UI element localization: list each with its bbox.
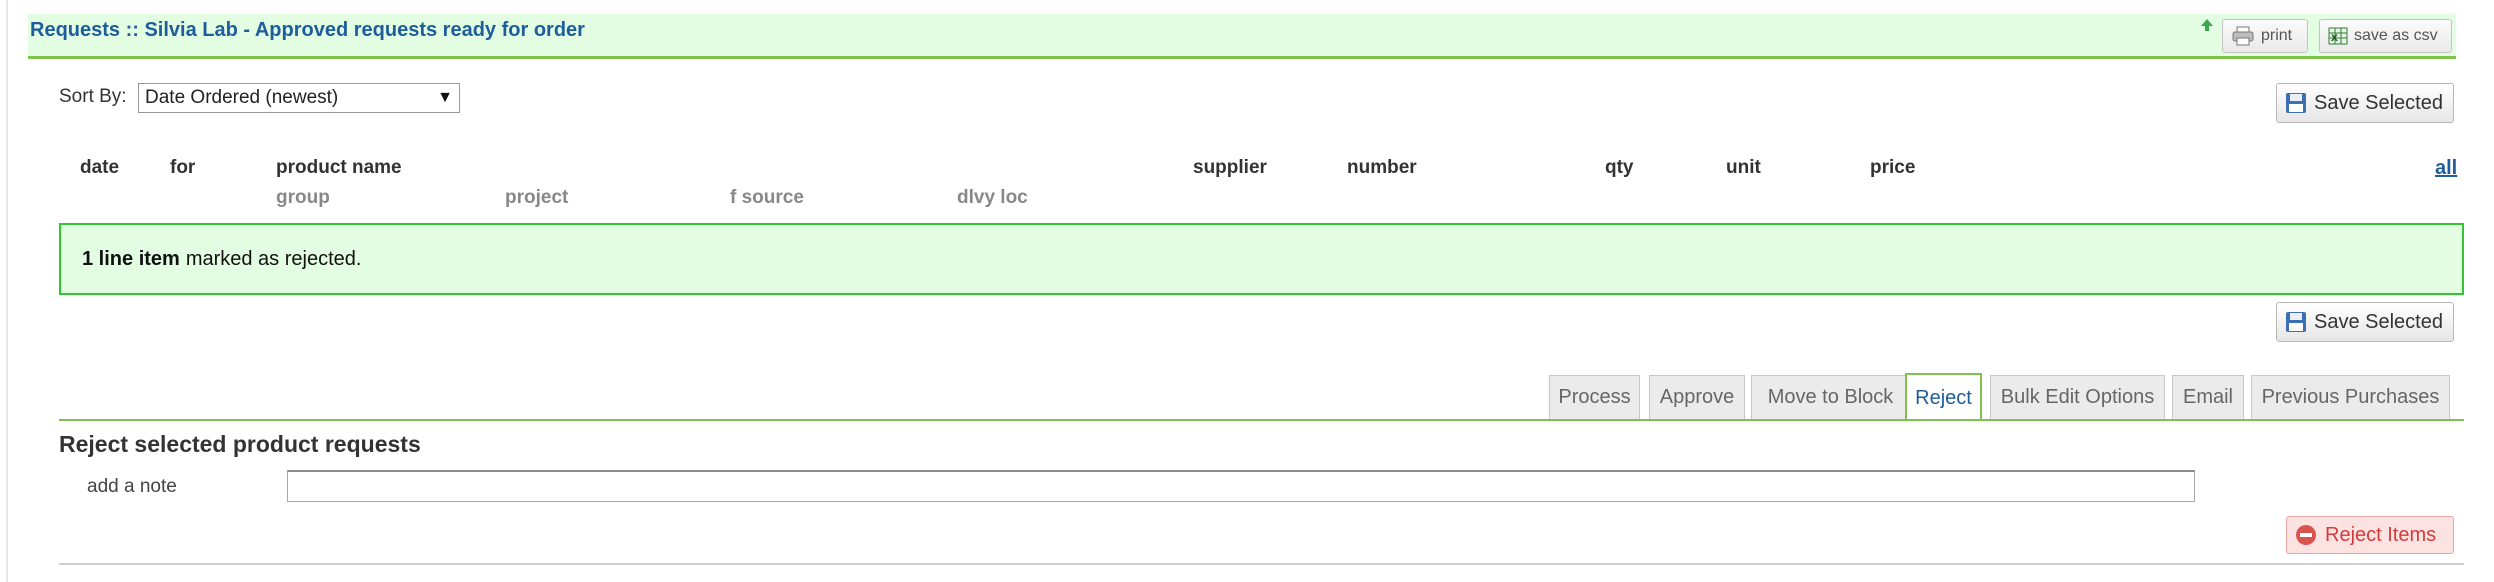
tab-reject[interactable]: Reject — [1905, 373, 1982, 421]
column-header-project[interactable]: project — [505, 187, 568, 209]
note-input[interactable] — [287, 470, 2195, 502]
rejection-notice: 1 line item marked as rejected. — [59, 223, 2464, 295]
no-entry-icon — [2296, 525, 2316, 545]
svg-text:X: X — [2331, 34, 2338, 44]
column-header-group[interactable]: group — [276, 187, 330, 209]
column-header-number[interactable]: number — [1347, 157, 1417, 179]
tab-move-to-block[interactable]: Move to Block — [1751, 375, 1910, 419]
reject-items-label: Reject Items — [2325, 523, 2437, 546]
reject-items-button[interactable]: Reject Items — [2286, 516, 2454, 554]
tabs-divider — [59, 419, 2464, 421]
save-as-csv-button[interactable]: X save as csv — [2319, 19, 2452, 53]
tab-bulk-edit-options[interactable]: Bulk Edit Options — [1990, 375, 2165, 419]
left-border — [6, 0, 8, 582]
column-header-qty[interactable]: qty — [1605, 157, 1634, 179]
column-header-f-source[interactable]: f source — [730, 187, 804, 209]
column-header-price[interactable]: price — [1870, 157, 1915, 179]
sort-selected-value: Date Ordered (newest) — [145, 87, 339, 108]
save-selected-label: Save Selected — [2314, 310, 2443, 333]
floppy-disk-icon — [2286, 312, 2306, 332]
save-selected-label: Save Selected — [2314, 91, 2443, 114]
tab-email[interactable]: Email — [2172, 375, 2244, 419]
column-header-supplier[interactable]: supplier — [1193, 157, 1267, 179]
column-header-unit[interactable]: unit — [1726, 157, 1761, 179]
select-all-link[interactable]: all — [2435, 157, 2457, 180]
tab-process[interactable]: Process — [1549, 375, 1640, 419]
tab-approve[interactable]: Approve — [1649, 375, 1745, 419]
scroll-up-icon[interactable] — [2200, 18, 2214, 32]
dropdown-arrow-icon: ▼ — [437, 89, 453, 106]
bottom-divider — [59, 563, 2464, 565]
note-label: add a note — [87, 476, 177, 497]
page-header: Requests :: Silvia Lab - Approved reques… — [28, 14, 2456, 59]
sort-label: Sort By: — [59, 86, 127, 107]
csv-label: save as csv — [2354, 27, 2438, 44]
print-label: print — [2261, 27, 2293, 44]
column-header-date[interactable]: date — [80, 157, 119, 179]
spreadsheet-icon: X — [2328, 27, 2348, 45]
printer-icon — [2232, 26, 2254, 46]
tab-previous-purchases[interactable]: Previous Purchases — [2251, 375, 2450, 419]
column-header-dlvy-loc[interactable]: dlvy loc — [957, 187, 1028, 209]
notice-message: marked as rejected. — [185, 247, 362, 270]
notice-count: 1 line item — [82, 247, 180, 270]
column-header-product-name[interactable]: product name — [276, 157, 402, 179]
save-selected-button-bottom[interactable]: Save Selected — [2276, 302, 2454, 342]
floppy-disk-icon — [2286, 93, 2306, 113]
page-title: Requests :: Silvia Lab - Approved reques… — [30, 19, 585, 41]
reject-section-title: Reject selected product requests — [59, 431, 421, 457]
column-header-for[interactable]: for — [170, 157, 195, 179]
save-selected-button-top[interactable]: Save Selected — [2276, 83, 2454, 123]
sort-dropdown[interactable]: Date Ordered (newest) ▼ — [138, 83, 460, 113]
print-button[interactable]: print — [2222, 19, 2308, 53]
